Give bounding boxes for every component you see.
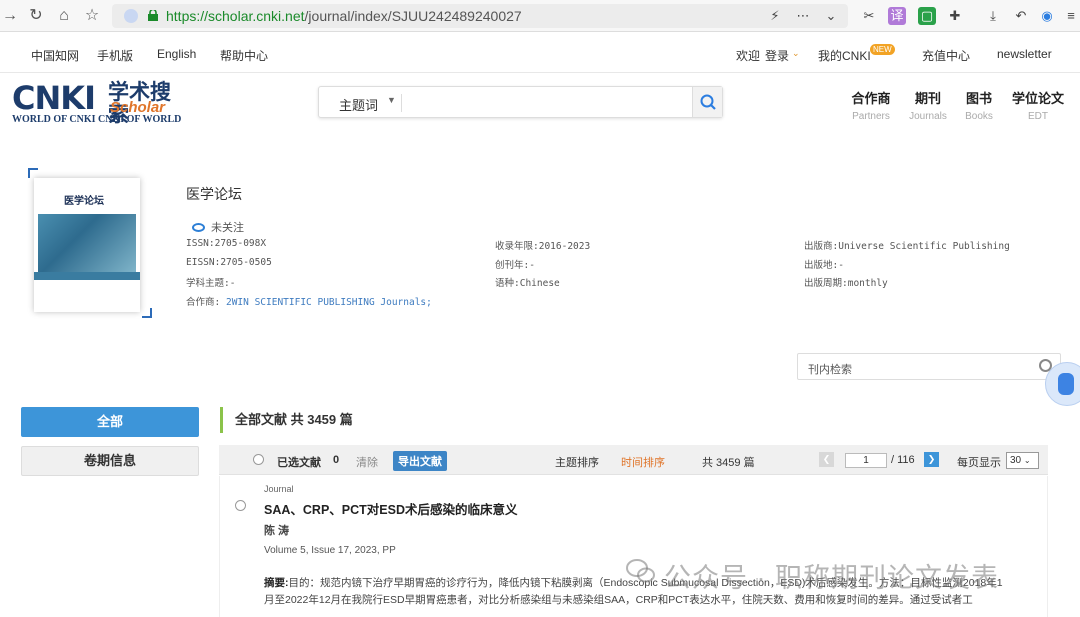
watermark-text: 公众号 · 职称期刊论文发表 [664, 563, 999, 593]
page-total: / 116 [891, 454, 915, 466]
login-link[interactable]: 登录 [765, 47, 789, 64]
all-articles-button[interactable]: 全部 [21, 407, 199, 437]
article-volume: Volume 5, Issue 17, 2023, PP [264, 545, 396, 556]
new-badge: NEW [870, 44, 895, 55]
back-icon[interactable]: → [0, 6, 20, 26]
publish-place: 出版地:- [804, 260, 844, 271]
scissors-icon[interactable]: ✂ [860, 7, 878, 25]
menu-icon[interactable]: ≡ [1062, 7, 1080, 25]
top-nav: 中国知网 手机版 English 帮助中心 欢迎 登录 ⌄ 我的CNKI NEW… [0, 33, 1080, 73]
language: 语种:Chinese [495, 278, 560, 289]
main-search-box: 主题词 ▼ [318, 86, 723, 118]
newsletter-link[interactable]: newsletter [997, 47, 1052, 61]
address-bar[interactable]: https://scholar.cnki.net/journal/index/S… [112, 4, 848, 28]
more-icon[interactable]: ⋯ [794, 7, 812, 25]
partners-link[interactable]: 合作商 Partners [848, 88, 894, 122]
welcome-text: 欢迎 [736, 49, 761, 63]
search-icon [700, 94, 716, 110]
wechat-icon[interactable]: ▢ [918, 7, 936, 25]
nav-mobile[interactable]: 手机版 [97, 47, 133, 64]
cover-image [38, 214, 136, 272]
journal-title: 医学论坛 [186, 186, 242, 202]
url-text: https://scholar.cnki.net/journal/index/S… [166, 8, 522, 24]
recharge-link[interactable]: 充值中心 [922, 47, 970, 64]
publisher: 出版商:Universe Scientific Publishing [804, 241, 1010, 252]
follow-button[interactable]: 未关注 [192, 219, 244, 235]
books-link[interactable]: 图书 Books [962, 88, 996, 122]
article-title[interactable]: SAA、CRP、PCT对ESD术后感染的临床意义 [264, 499, 518, 518]
journal-cover: 医学论坛 [28, 168, 152, 318]
chevron-down-icon[interactable]: ⌄ [792, 48, 800, 59]
journals-link[interactable]: 期刊 Journals [906, 88, 950, 122]
per-page-label: 每页显示 [957, 457, 1001, 469]
search-field-select[interactable]: 主题词 [339, 95, 378, 114]
export-button[interactable]: 导出文献 [393, 451, 447, 471]
dropdown-arrow-icon[interactable]: ▼ [387, 95, 396, 105]
subject: 学科主题:- [186, 278, 236, 289]
translate-icon[interactable]: 译 [888, 7, 906, 25]
home-icon[interactable]: ⌂ [54, 6, 74, 26]
nav-cnki[interactable]: 中国知网 [31, 47, 79, 64]
cnki-scholar-logo[interactable]: CNKI 学术搜索 Scholar WORLD OF CNKI CNKI OF … [12, 82, 187, 128]
collection-years: 收录年限:2016-2023 [495, 241, 591, 252]
chevron-down-icon[interactable]: ⌄ [822, 7, 840, 25]
my-cnki-link[interactable]: 我的CNKI [818, 47, 871, 64]
volume-info-button[interactable]: 卷期信息 [21, 446, 199, 476]
partner-link[interactable]: 2WIN SCIENTIFIC PUBLISHING Journals; [226, 297, 432, 308]
eissn: EISSN:2705-0505 [186, 257, 272, 268]
publish-cycle: 出版周期:monthly [804, 278, 888, 289]
results-heading: 全部文献 共 3459 篇 [220, 407, 353, 433]
lock-icon [148, 10, 158, 21]
sort-time[interactable]: 时间排序 [621, 454, 665, 470]
selected-count: 0 [333, 454, 340, 466]
issn: ISSN:2705-098X [186, 238, 267, 249]
sort-subject[interactable]: 主题排序 [555, 454, 599, 470]
undo-icon[interactable]: ↶ [1012, 7, 1030, 25]
prev-page-button[interactable]: ❮ [819, 452, 834, 467]
per-page-select[interactable]: 30 ⌄ [1006, 452, 1039, 469]
clear-button[interactable]: 清除 [356, 454, 378, 470]
bookmark-star-icon[interactable]: ☆ [82, 6, 102, 26]
journal-search-input[interactable]: 刊内检索 [797, 353, 1061, 380]
browser-logo-icon[interactable]: ◉ [1038, 7, 1056, 25]
select-all-radio[interactable] [253, 454, 264, 465]
article-select-radio[interactable] [235, 500, 246, 511]
list-item: Journal SAA、CRP、PCT对ESD术后感染的临床意义 陈 涛 Vol… [219, 476, 1048, 617]
reload-icon[interactable]: ↻ [26, 6, 46, 26]
browser-toolbar: → ↻ ⌂ ☆ https://scholar.cnki.net/journal… [0, 0, 1080, 32]
next-page-button[interactable]: ❯ [924, 452, 939, 467]
site-info-icon[interactable] [124, 9, 138, 23]
nav-english[interactable]: English [157, 47, 196, 61]
article-type: Journal [264, 484, 294, 494]
eye-icon [192, 223, 205, 232]
partner-info: 合作商: 2WIN SCIENTIFIC PUBLISHING Journals… [186, 297, 432, 308]
download-icon[interactable]: ⤓ [984, 7, 1002, 25]
page-input[interactable]: 1 [845, 453, 887, 468]
lightning-icon[interactable]: ⚡ [766, 7, 784, 25]
edt-link[interactable]: 学位论文 EDT [1008, 88, 1068, 122]
founded-year: 创刊年:- [495, 260, 535, 271]
article-author[interactable]: 陈 涛 [264, 522, 289, 538]
search-button[interactable] [692, 87, 722, 117]
extensions-icon[interactable]: ✚ [946, 7, 964, 25]
results-toolbar: 已选文献 0 清除 导出文献 主题排序 时间排序 共 3459 篇 ❮ 1 / … [219, 445, 1048, 475]
total-count: 共 3459 篇 [702, 457, 755, 469]
wechat-watermark-icon [626, 559, 655, 583]
nav-help[interactable]: 帮助中心 [220, 47, 268, 64]
selected-label: 已选文献 [277, 457, 321, 469]
assistant-float-icon[interactable] [1045, 362, 1080, 406]
